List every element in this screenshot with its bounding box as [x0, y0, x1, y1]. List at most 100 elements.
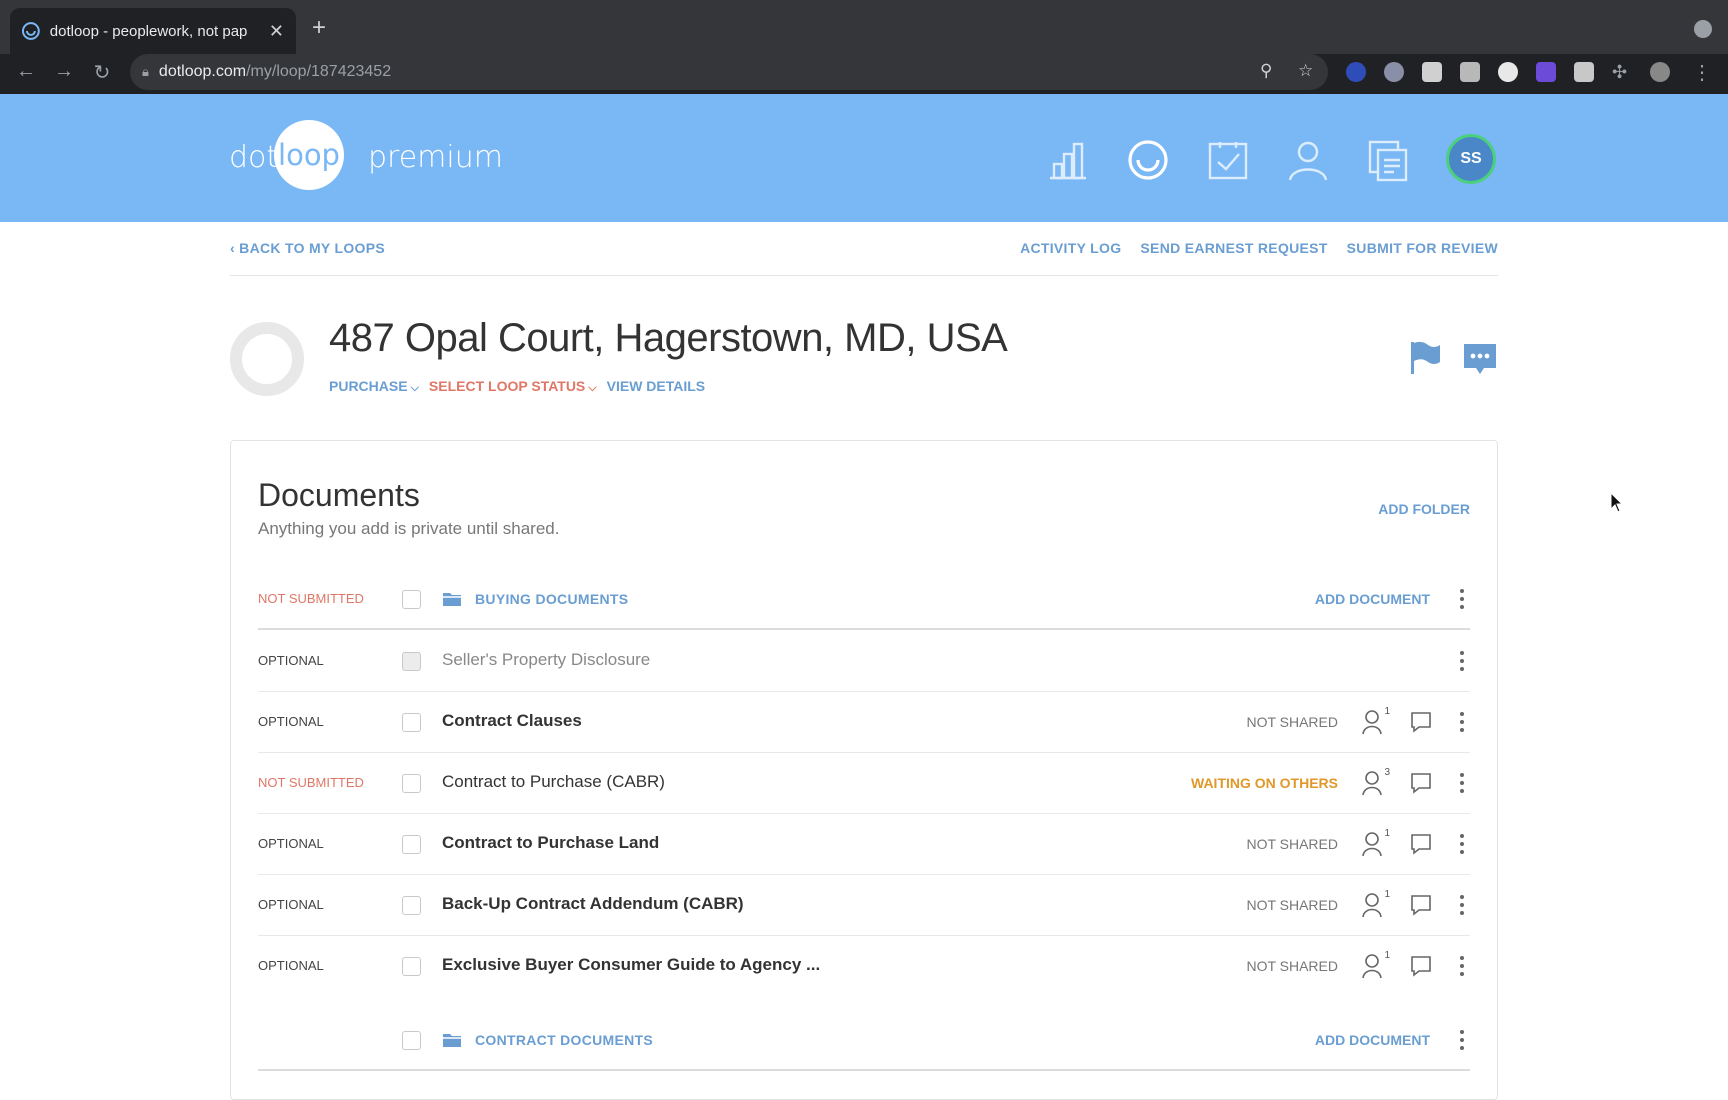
share-status: NOT SHARED — [1246, 836, 1338, 852]
document-name[interactable]: Back-Up Contract Addendum (CABR) — [442, 894, 744, 914]
document-row[interactable]: NOT SUBMITTED Contract to Purchase (CABR… — [258, 753, 1470, 814]
chat-bubble-icon[interactable] — [1462, 340, 1498, 376]
share-status: NOT SHARED — [1246, 897, 1338, 913]
document-name[interactable]: Contract to Purchase Land — [442, 833, 659, 853]
comment-icon[interactable] — [1410, 772, 1432, 794]
more-options-icon[interactable] — [1458, 771, 1466, 795]
document-status: OPTIONAL — [258, 653, 324, 668]
extension-icon-4[interactable] — [1460, 62, 1480, 82]
subnav-actions: ACTIVITY LOG SEND EARNEST REQUEST SUBMIT… — [1020, 240, 1498, 256]
extension-icon-2[interactable] — [1384, 62, 1404, 82]
extensions-puzzle-icon[interactable]: ✣ — [1612, 62, 1632, 82]
chevron-down-icon: ⌵ — [588, 382, 597, 394]
zoom-icon[interactable]: ⚲ — [1260, 61, 1272, 81]
more-options-icon[interactable] — [1458, 710, 1466, 734]
folder-checkbox[interactable] — [402, 590, 421, 609]
send-earnest-request-link[interactable]: SEND EARNEST REQUEST — [1140, 240, 1327, 256]
document-name[interactable]: Contract to Purchase (CABR) — [442, 772, 665, 792]
participants-count: 3 — [1384, 767, 1390, 778]
document-status: OPTIONAL — [258, 836, 324, 851]
document-name[interactable]: Seller's Property Disclosure — [442, 650, 650, 670]
document-row[interactable]: OPTIONAL Contract Clauses NOT SHARED 1 — [258, 692, 1470, 753]
bookmark-star-icon[interactable]: ☆ — [1298, 61, 1313, 81]
loop-progress-ring — [230, 322, 304, 396]
document-status: OPTIONAL — [258, 897, 324, 912]
more-options-icon[interactable] — [1458, 587, 1466, 611]
document-row[interactable]: OPTIONAL Seller's Property Disclosure — [258, 631, 1470, 692]
share-status: WAITING ON OTHERS — [1191, 775, 1338, 791]
logo-premium: premium — [368, 140, 503, 175]
loop-status-dropdown[interactable]: SELECT LOOP STATUS ⌵ — [429, 378, 597, 395]
page-title: 487 Opal Court, Hagerstown, MD, USA — [329, 316, 1008, 360]
more-options-icon[interactable] — [1458, 649, 1466, 673]
templates-documents-icon[interactable] — [1366, 138, 1410, 182]
participants-count: 1 — [1384, 950, 1390, 961]
more-options-icon[interactable] — [1458, 832, 1466, 856]
extension-icon-6[interactable] — [1536, 62, 1556, 82]
tab-close-icon[interactable]: ✕ — [269, 21, 284, 42]
browser-menu-icon[interactable]: ⋮ — [1688, 60, 1716, 85]
transaction-type-dropdown[interactable]: PURCHASE ⌵ — [329, 378, 419, 395]
back-arrow-icon[interactable]: ← — [12, 60, 40, 83]
folder-icon — [443, 593, 461, 606]
folder-checkbox[interactable] — [402, 1031, 421, 1050]
tab-search-icon[interactable] — [1694, 20, 1712, 38]
comment-icon[interactable] — [1410, 711, 1432, 733]
document-name[interactable]: Exclusive Buyer Consumer Guide to Agency… — [442, 955, 820, 975]
view-details-link[interactable]: VIEW DETAILS — [607, 378, 706, 395]
participants-count: 1 — [1384, 828, 1390, 839]
share-status: NOT SHARED — [1246, 714, 1338, 730]
document-name[interactable]: Contract Clauses — [442, 711, 582, 731]
document-checkbox[interactable] — [402, 713, 421, 732]
folder-name[interactable]: BUYING DOCUMENTS — [475, 591, 628, 607]
mouse-cursor-icon — [1610, 492, 1624, 513]
documents-title: Documents — [258, 477, 420, 513]
user-avatar[interactable]: SS — [1446, 134, 1496, 184]
reports-chart-icon[interactable] — [1046, 138, 1090, 182]
tasks-checkbox-icon[interactable] — [1206, 138, 1250, 182]
people-icon[interactable] — [1286, 138, 1330, 182]
add-folder-button[interactable]: ADD FOLDER — [1378, 501, 1470, 517]
extension-icon-5[interactable] — [1498, 62, 1518, 82]
back-to-loops-link[interactable]: ‹ BACK TO MY LOOPS — [230, 240, 385, 256]
document-checkbox[interactable] — [402, 896, 421, 915]
flag-icon[interactable] — [1408, 340, 1442, 376]
comment-icon[interactable] — [1410, 955, 1432, 977]
activity-log-link[interactable]: ACTIVITY LOG — [1020, 240, 1121, 256]
document-checkbox[interactable] — [402, 957, 421, 976]
loops-icon[interactable] — [1126, 138, 1170, 182]
more-options-icon[interactable] — [1458, 893, 1466, 917]
more-options-icon[interactable] — [1458, 954, 1466, 978]
extension-icon-1[interactable] — [1346, 62, 1366, 82]
participants-count: 1 — [1384, 706, 1390, 717]
dotloop-favicon-icon — [22, 22, 40, 40]
folder-row[interactable]: CONTRACT DOCUMENTS ADD DOCUMENT — [258, 1010, 1470, 1071]
submit-for-review-link[interactable]: SUBMIT FOR REVIEW — [1347, 240, 1498, 256]
document-row[interactable]: OPTIONAL Contract to Purchase Land NOT S… — [258, 814, 1470, 875]
extension-icon-3[interactable] — [1422, 62, 1442, 82]
more-options-icon[interactable] — [1458, 1028, 1466, 1052]
url-text: dotloop.com/my/loop/187423452 — [158, 63, 392, 80]
document-row[interactable]: OPTIONAL Exclusive Buyer Consumer Guide … — [258, 936, 1470, 997]
address-bar[interactable]: 🔒︎ dotloop.com/my/loop/187423452 ⚲ ☆ — [130, 54, 1328, 90]
extension-icon-7[interactable] — [1574, 62, 1594, 82]
document-row[interactable]: OPTIONAL Back-Up Contract Addendum (CABR… — [258, 875, 1470, 936]
document-checkbox[interactable] — [402, 835, 421, 854]
participants-count: 1 — [1384, 889, 1390, 900]
reload-icon[interactable]: ↻ — [88, 60, 116, 85]
chevron-left-icon: ‹ — [230, 240, 240, 256]
add-document-button[interactable]: ADD DOCUMENT — [1315, 1032, 1430, 1048]
document-checkbox[interactable] — [402, 652, 421, 671]
add-document-button[interactable]: ADD DOCUMENT — [1315, 591, 1430, 607]
comment-icon[interactable] — [1410, 894, 1432, 916]
loop-subnav: ‹ BACK TO MY LOOPS ACTIVITY LOG SEND EAR… — [230, 222, 1498, 276]
document-checkbox[interactable] — [402, 774, 421, 793]
folder-row[interactable]: NOT SUBMITTED BUYING DOCUMENTS ADD DOCUM… — [258, 569, 1470, 630]
new-tab-button[interactable]: + — [312, 14, 326, 42]
folder-status: NOT SUBMITTED — [258, 591, 364, 606]
folder-name[interactable]: CONTRACT DOCUMENTS — [475, 1032, 653, 1048]
forward-arrow-icon[interactable]: → — [50, 60, 78, 83]
profile-avatar-icon[interactable] — [1650, 62, 1670, 82]
comment-icon[interactable] — [1410, 833, 1432, 855]
browser-tab[interactable]: dotloop - peoplework, not pap ✕ — [10, 8, 296, 54]
